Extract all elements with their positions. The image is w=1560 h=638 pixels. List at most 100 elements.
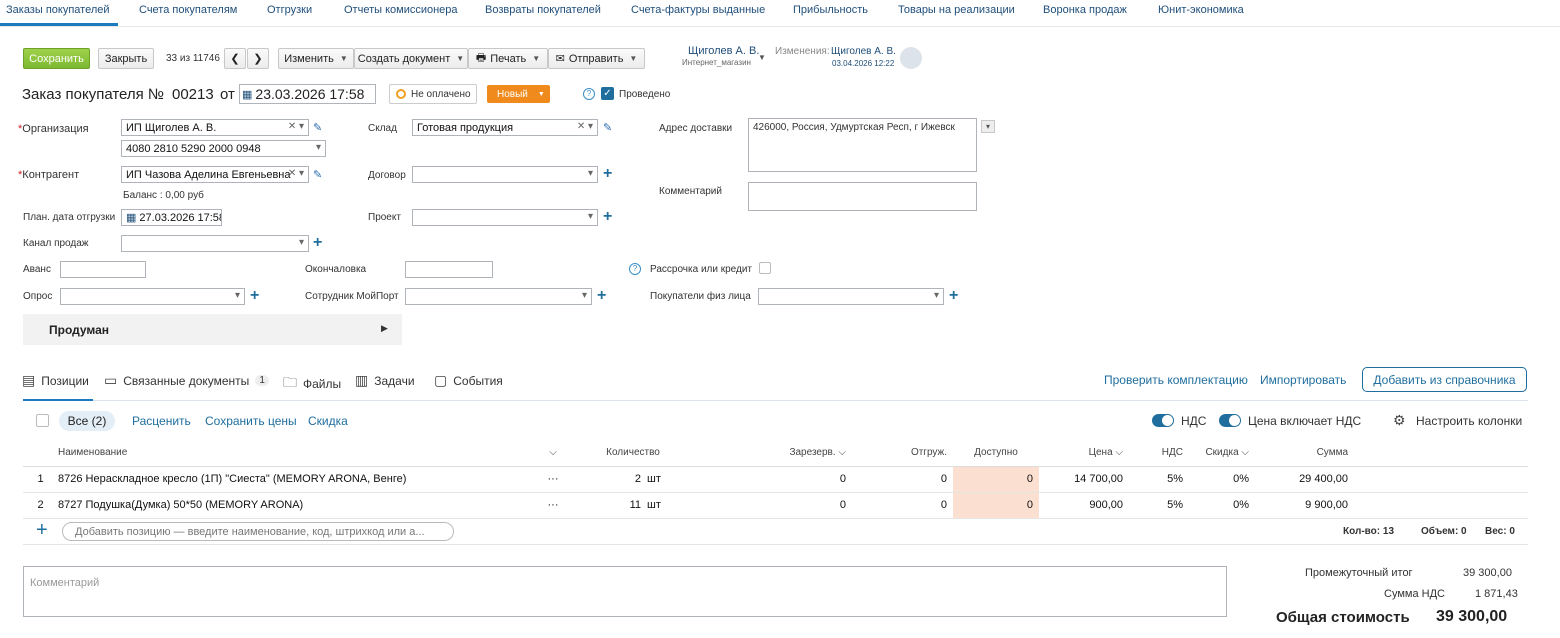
create-document-button[interactable]: Создать документ ▼: [354, 48, 468, 69]
add-position-input[interactable]: Добавить позицию — введите наименование,…: [62, 522, 454, 541]
tab-commission-reports[interactable]: Отчеты комиссионера: [344, 4, 458, 16]
price-incl-vat-toggle[interactable]: [1219, 414, 1241, 427]
save-prices-link[interactable]: Сохранить цены: [205, 414, 297, 428]
tab-positions[interactable]: ▤ Позиции: [22, 372, 89, 389]
col-vat[interactable]: НДС: [1129, 440, 1189, 467]
clear-caret-icon[interactable]: ✕ ▾: [288, 121, 304, 132]
add-employee-icon[interactable]: +: [597, 288, 606, 304]
installment-checkbox[interactable]: [759, 262, 771, 274]
tab-customer-orders[interactable]: Заказы покупателей: [6, 4, 110, 16]
add-from-reference-button[interactable]: Добавить из справочника: [1362, 367, 1527, 392]
import-link[interactable]: Импортировать: [1260, 373, 1346, 387]
channel-field[interactable]: ▾: [121, 235, 309, 252]
tab-sales-funnel[interactable]: Воронка продаж: [1043, 4, 1127, 16]
pencil-icon[interactable]: ✎: [603, 121, 612, 134]
row-name[interactable]: 8726 Нераскладное кресло (1П) "Сиеста" (…: [58, 466, 533, 493]
clear-caret-icon[interactable]: ✕ ▾: [577, 121, 593, 132]
payment-status-button[interactable]: Не оплачено: [389, 84, 477, 104]
row-discount[interactable]: 0%: [1189, 492, 1255, 519]
buyers-field[interactable]: ▾: [758, 288, 944, 305]
row-name[interactable]: 8727 Подушка(Думка) 50*50 (MEMORY ARONA): [58, 492, 533, 519]
tab-shipments[interactable]: Отгрузки: [267, 4, 312, 16]
order-comment-field[interactable]: Комментарий: [23, 566, 1227, 617]
row-qty[interactable]: 11: [573, 492, 647, 519]
check-kit-link[interactable]: Проверить комплектацию: [1104, 373, 1248, 387]
warehouse-field[interactable]: Готовая продукция ✕ ▾: [412, 119, 598, 136]
col-sum[interactable]: Сумма: [1255, 440, 1354, 467]
row-price[interactable]: 14 700,00: [1039, 466, 1129, 493]
help-icon[interactable]: ?: [583, 88, 595, 100]
add-position-icon[interactable]: +: [36, 520, 48, 540]
ship-date-field[interactable]: ▦ 27.03.2026 17:58: [121, 209, 222, 226]
add-survey-icon[interactable]: +: [250, 288, 259, 304]
columns-settings-icon[interactable]: ⚙: [1393, 412, 1406, 429]
col-shipped[interactable]: Отгруж.: [852, 440, 953, 467]
row-vat[interactable]: 5%: [1129, 492, 1189, 519]
tab-tasks[interactable]: ▥ Задачи: [355, 372, 415, 389]
pencil-icon[interactable]: ✎: [313, 168, 322, 181]
print-button[interactable]: 🖶 Печать ▼: [468, 48, 548, 69]
project-field[interactable]: ▾: [412, 209, 598, 226]
survey-field[interactable]: ▾: [60, 288, 245, 305]
caret-down-icon[interactable]: ▾: [316, 142, 321, 153]
tab-files[interactable]: 🗀 Файлы: [283, 372, 341, 396]
advance-field[interactable]: [60, 261, 146, 278]
table-row[interactable]: 1 8726 Нераскладное кресло (1П) "Сиеста"…: [23, 466, 1528, 493]
prev-record-button[interactable]: ❮: [224, 48, 246, 69]
save-button[interactable]: Сохранить: [23, 48, 90, 69]
discount-link[interactable]: Скидка: [308, 414, 348, 428]
configure-columns-button[interactable]: Настроить колонки: [1416, 414, 1522, 428]
bank-account-field[interactable]: 4080 2810 5290 2000 0948 ▾: [121, 140, 326, 157]
add-contract-icon[interactable]: +: [603, 166, 612, 182]
row-reserved[interactable]: 0: [693, 492, 852, 519]
vat-toggle[interactable]: [1152, 414, 1174, 427]
row-reserved[interactable]: 0: [693, 466, 852, 493]
employee-field[interactable]: ▾: [405, 288, 592, 305]
add-buyer-icon[interactable]: +: [949, 288, 958, 304]
more-icon[interactable]: ···: [533, 492, 573, 519]
tab-profitability[interactable]: Прибыльность: [793, 4, 868, 16]
row-price[interactable]: 900,00: [1039, 492, 1129, 519]
final-field[interactable]: [405, 261, 493, 278]
tab-returns[interactable]: Возвраты покупателей: [485, 4, 601, 16]
posted-checkbox[interactable]: ✓: [601, 87, 614, 100]
change-menu-button[interactable]: Изменить ▼: [278, 48, 354, 69]
caret-down-icon[interactable]: ▾: [588, 168, 593, 179]
table-row[interactable]: 2 8727 Подушка(Думка) 50*50 (MEMORY ARON…: [23, 492, 1528, 519]
caret-down-icon[interactable]: ▾: [588, 211, 593, 222]
row-discount[interactable]: 0%: [1189, 466, 1255, 493]
comment-field[interactable]: [748, 182, 977, 211]
address-field[interactable]: 426000, Россия, Удмуртская Респ, г Ижевс…: [748, 118, 977, 172]
row-qty[interactable]: 2: [573, 466, 647, 493]
owner-name[interactable]: Щиголев А. В.: [688, 45, 759, 57]
close-button[interactable]: Закрыть: [98, 48, 154, 69]
caret-down-icon[interactable]: ▾: [582, 290, 587, 301]
tab-consignment[interactable]: Товары на реализации: [898, 4, 1015, 16]
col-discount[interactable]: Скидка ⌵: [1189, 440, 1255, 467]
reprice-link[interactable]: Расценить: [132, 414, 191, 428]
order-date-field[interactable]: ▦ 23.03.2026 17:58: [239, 84, 376, 104]
select-all-checkbox[interactable]: [36, 414, 49, 427]
tab-invoices[interactable]: Счета покупателям: [139, 4, 237, 16]
tab-unit-economics[interactable]: Юнит-экономика: [1158, 4, 1244, 16]
add-channel-icon[interactable]: +: [313, 235, 322, 251]
status-dropdown[interactable]: Новый ▼: [487, 85, 550, 103]
next-record-button[interactable]: ❯: [247, 48, 269, 69]
col-reserved[interactable]: Зарезерв. ⌵: [693, 440, 852, 467]
counterparty-field[interactable]: ИП Чазова Аделина Евгеньевна ✕ ▾: [121, 166, 309, 183]
pencil-icon[interactable]: ✎: [313, 121, 322, 134]
col-name[interactable]: Наименование: [58, 440, 533, 467]
contract-field[interactable]: ▾: [412, 166, 598, 183]
org-field[interactable]: ИП Щиголев А. В. ✕ ▾: [121, 119, 309, 136]
caret-down-icon[interactable]: ▾: [299, 237, 304, 248]
tab-linked-docs[interactable]: ▭ Связанные документы 1: [104, 372, 269, 389]
col-qty[interactable]: Количество: [573, 440, 693, 467]
row-vat[interactable]: 5%: [1129, 466, 1189, 493]
owner-caret-icon[interactable]: ▼: [758, 53, 766, 62]
avatar[interactable]: [900, 47, 922, 69]
clear-caret-icon[interactable]: ✕ ▾: [288, 168, 304, 179]
col-price[interactable]: Цена ⌵: [1039, 440, 1129, 467]
caret-down-icon[interactable]: ▾: [235, 290, 240, 301]
section-produman[interactable]: Продуман ▶: [23, 314, 402, 345]
filter-all-chip[interactable]: Все (2): [59, 411, 115, 431]
